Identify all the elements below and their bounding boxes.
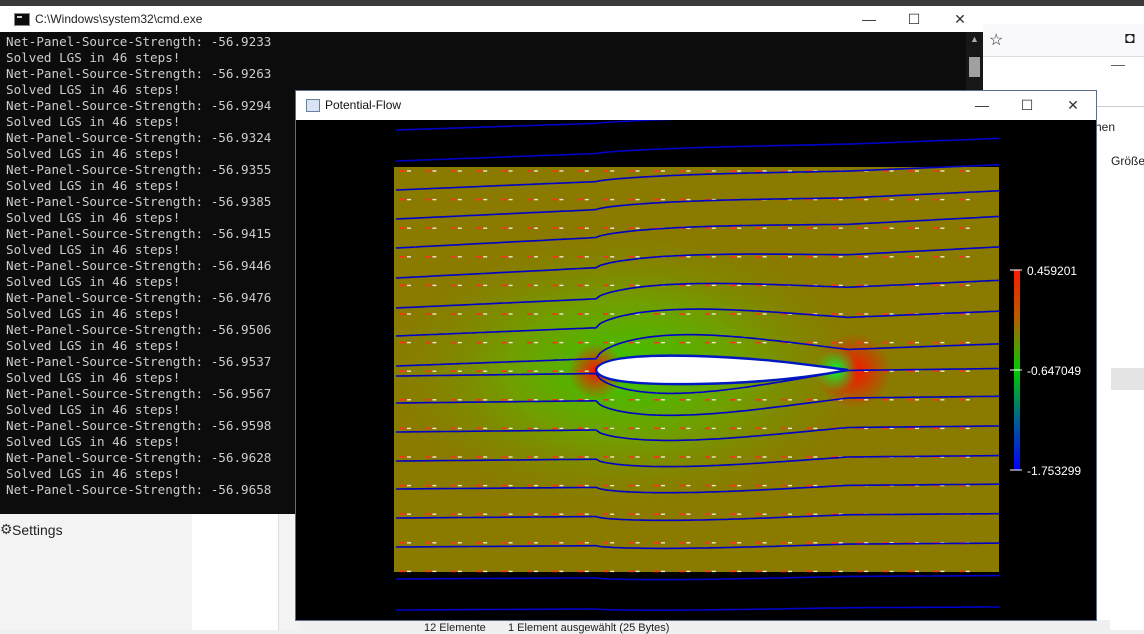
settings-nav-item[interactable]: Settings xyxy=(12,522,63,538)
pf-window-title: Potential-Flow xyxy=(325,98,402,112)
close-button[interactable]: ✕ xyxy=(937,6,983,32)
pf-minimize-button[interactable]: — xyxy=(959,92,1005,118)
cmd-app-icon xyxy=(14,13,30,26)
item-count: 12 Elemente xyxy=(424,622,486,634)
pf-close-button[interactable]: ✕ xyxy=(1050,92,1096,118)
streamline xyxy=(395,120,677,131)
streamline xyxy=(396,574,1000,581)
pf-titlebar[interactable]: Potential-Flow — ☐ ✕ xyxy=(296,91,1096,120)
flow-field-canvas[interactable]: 0.459201 -0.647049 -1.753299 xyxy=(296,120,1096,620)
minimize-icon: — xyxy=(975,97,989,113)
partial-label: hen xyxy=(1095,120,1116,134)
maximize-button[interactable]: ☐ xyxy=(891,6,937,32)
colorbar-min-label: -1.753299 xyxy=(1027,464,1081,478)
maximize-icon: ☐ xyxy=(1020,96,1034,113)
streamline xyxy=(395,137,1001,162)
app-window-icon xyxy=(306,99,320,112)
console-line: Net-Panel-Source-Strength: -56.9263 xyxy=(6,66,272,81)
status-bar: 12 Elemente 1 Element ausgewählt (25 Byt… xyxy=(410,620,1110,634)
gear-icon: ⚙ xyxy=(0,521,13,537)
close-icon: ✕ xyxy=(954,10,966,27)
close-icon: ✕ xyxy=(1067,96,1079,113)
selection-info: 1 Element ausgewählt (25 Bytes) xyxy=(508,622,670,634)
bookmark-star-icon[interactable]: ☆ xyxy=(989,30,1003,50)
console-line: Solved LGS in 46 steps! xyxy=(6,50,181,65)
potential-flow-window: Potential-Flow — ☐ ✕ 0.459201 -0.647049 … xyxy=(295,90,1097,621)
console-line: Net-Panel-Source-Strength: -56.9233 xyxy=(6,34,272,49)
streamline xyxy=(396,606,1000,611)
browser-toolbar: ☆ ◘ xyxy=(983,24,1144,57)
colorbar-max-label: 0.459201 xyxy=(1027,264,1077,278)
cmd-titlebar[interactable]: C:\Windows\system32\cmd.exe — ☐ ✕ xyxy=(0,6,983,32)
scroll-up-icon[interactable]: ▲ xyxy=(966,34,983,48)
minimize-button[interactable]: — xyxy=(846,6,892,32)
collapse-icon[interactable]: — xyxy=(1111,56,1125,72)
scroll-thumb[interactable] xyxy=(969,57,980,77)
colorbar-mid-label: -0.647049 xyxy=(1027,364,1081,378)
pocket-icon[interactable]: ◘ xyxy=(1125,30,1135,48)
size-column-header[interactable]: Größe xyxy=(1111,154,1144,168)
cmd-window-title: C:\Windows\system32\cmd.exe xyxy=(35,12,203,26)
selected-row[interactable] xyxy=(1111,368,1144,390)
pf-maximize-button[interactable]: ☐ xyxy=(1004,92,1050,118)
explorer-pane xyxy=(192,512,278,630)
maximize-icon: ☐ xyxy=(907,10,921,27)
colorbar: 0.459201 -0.647049 -1.753299 xyxy=(1010,264,1081,478)
minimize-icon: — xyxy=(862,11,876,27)
